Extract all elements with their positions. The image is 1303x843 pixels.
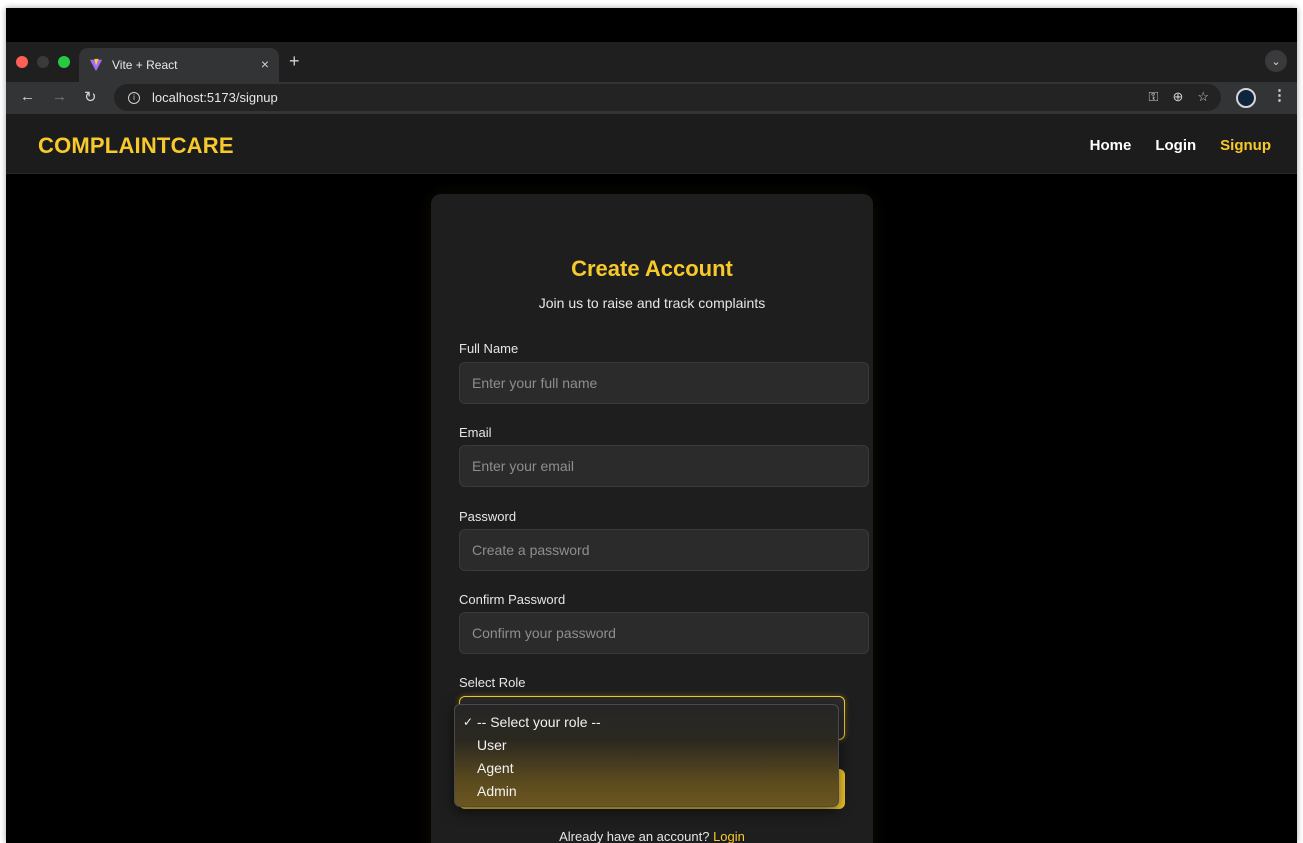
tab-title: Vite + React	[112, 58, 178, 72]
full-name-label: Full Name	[459, 341, 519, 356]
password-label: Password	[459, 509, 517, 524]
reload-icon[interactable]: ↻	[84, 88, 97, 106]
zoom-icon[interactable]: ⊕	[1172, 89, 1183, 105]
login-prompt-text: Already have an account?	[559, 829, 710, 843]
browser-window: Vite + React × + ⌄ ← → ↻ i localhost:517…	[6, 8, 1297, 843]
tab-search-icon[interactable]: ⌄	[1265, 50, 1287, 72]
back-arrow-icon[interactable]: ←	[20, 88, 35, 105]
role-dropdown-menu: ✓ -- Select your role -- User Agent Admi…	[454, 704, 839, 807]
top-strip	[6, 8, 1297, 42]
page-subtitle: Join us to raise and track complaints	[538, 295, 766, 311]
full-name-input[interactable]	[459, 362, 869, 404]
nav-signup[interactable]: Signup	[1220, 137, 1271, 154]
password-input[interactable]	[459, 529, 869, 571]
menu-icon[interactable]: ⋮	[1272, 86, 1287, 104]
tab-bar: Vite + React × + ⌄	[6, 42, 1297, 82]
maximize-window-button[interactable]	[58, 56, 70, 68]
login-prompt: Already have an account? Login	[431, 829, 873, 843]
confirm-password-label: Confirm Password	[459, 592, 566, 607]
tab-vite-react[interactable]: Vite + React ×	[79, 48, 279, 82]
login-link[interactable]: Login	[713, 829, 745, 843]
confirm-password-input[interactable]	[459, 612, 869, 654]
role-label: Select Role	[459, 675, 526, 690]
role-option-agent[interactable]: Agent	[455, 757, 838, 780]
email-label: Email	[459, 425, 492, 440]
tab-close-icon[interactable]: ×	[261, 56, 269, 72]
forward-arrow-icon[interactable]: →	[52, 88, 67, 105]
role-option-admin[interactable]: Admin	[455, 780, 838, 803]
url-bar[interactable]: i localhost:5173/signup ⚿ ⊕ ☆	[114, 84, 1221, 111]
key-icon[interactable]: ⚿	[1149, 89, 1159, 105]
main-nav: Home Login Signup	[1090, 137, 1271, 154]
site-info-icon[interactable]: i	[128, 91, 140, 104]
url-text: localhost:5173/signup	[152, 90, 278, 105]
email-input[interactable]	[459, 445, 869, 487]
page-title: Create Account	[571, 256, 733, 281]
app-header: COMPLAINTCARE Home Login Signup	[6, 114, 1297, 174]
close-window-button[interactable]	[16, 56, 28, 68]
minimize-window-button[interactable]	[37, 56, 49, 68]
nav-home[interactable]: Home	[1090, 137, 1132, 154]
vite-icon	[89, 58, 103, 72]
new-tab-button[interactable]: +	[289, 51, 300, 72]
window-controls	[16, 56, 70, 68]
brand-logo[interactable]: COMPLAINTCARE	[38, 133, 234, 159]
role-option-user[interactable]: User	[455, 734, 838, 757]
address-bar-row: ← → ↻ i localhost:5173/signup ⚿ ⊕ ☆ ⋮	[6, 82, 1297, 114]
profile-avatar[interactable]	[1236, 88, 1256, 108]
nav-login[interactable]: Login	[1155, 137, 1196, 154]
checkmark-icon: ✓	[463, 715, 474, 729]
role-option-placeholder[interactable]: ✓ -- Select your role --	[455, 711, 838, 734]
omnibox-actions: ⚿ ⊕ ☆	[1149, 89, 1209, 105]
star-icon[interactable]: ☆	[1197, 89, 1209, 105]
